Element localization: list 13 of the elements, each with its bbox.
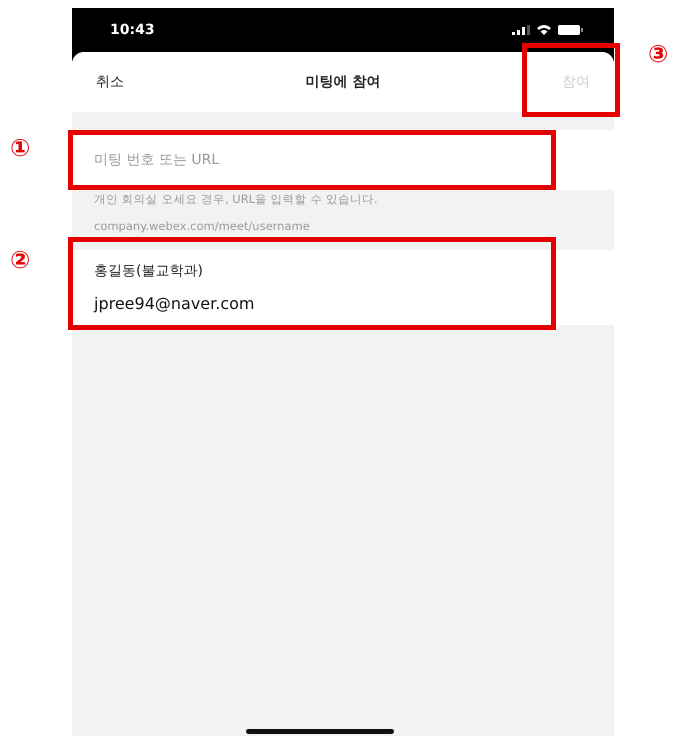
clock-time: 10:43: [110, 22, 155, 38]
step-number: ③: [648, 42, 668, 66]
signal-icon: [512, 25, 530, 35]
hint-text: company.webex.com/meet/username: [94, 219, 311, 233]
wifi-icon: [536, 24, 552, 36]
user-name: 홍길동(불교학과): [94, 262, 204, 280]
step-number: ①: [10, 136, 30, 160]
battery-icon: [558, 24, 584, 36]
step-number: ②: [10, 248, 30, 272]
screen-title: 미팅에 참여: [306, 73, 380, 91]
cancel-button[interactable]: 취소: [94, 69, 126, 95]
user-email: jpree94@naver.com: [94, 294, 256, 313]
hint-text: 개인 회의실 오세요 경우, URL을 입력할 수 있습니다.: [94, 192, 379, 206]
